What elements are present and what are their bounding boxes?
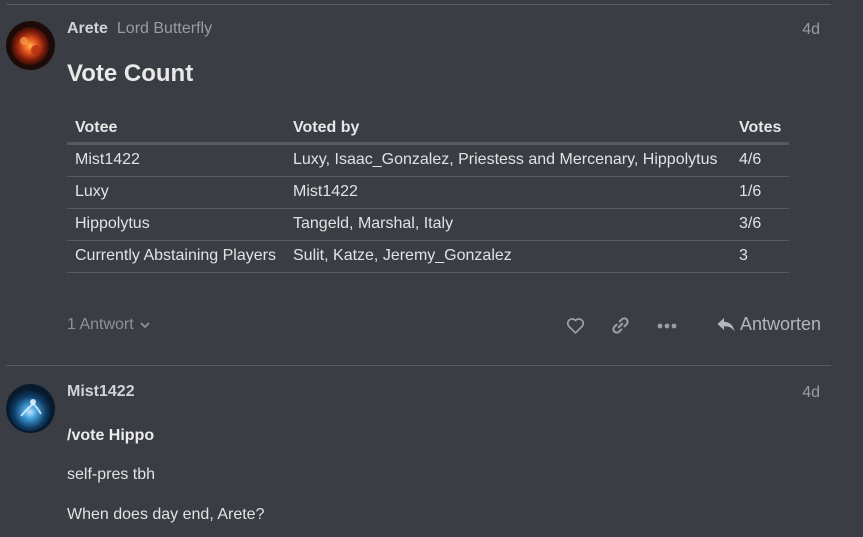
vote-count-table: Votee Voted by Votes Mist1422 Luxy, Isaa…	[67, 113, 790, 273]
votes-cell: 3/6	[731, 208, 790, 241]
votee-cell: Luxy	[67, 176, 285, 209]
votee-cell: Hippolytus	[67, 208, 285, 241]
votee-cell: Currently Abstaining Players	[67, 240, 285, 273]
table-header-row: Votee Voted by Votes	[67, 113, 790, 145]
reply-label: Antworten	[739, 314, 821, 334]
replies-label: 1 Antwort	[67, 316, 134, 333]
column-header-votes: Votes	[731, 113, 790, 145]
table-row: Hippolytus Tangeld, Marshal, Italy 3/6	[67, 208, 790, 241]
voted-by-cell: Luxy, Isaac_Gonzalez, Priestess and Merc…	[285, 143, 731, 177]
post-header: Mist1422	[67, 383, 135, 403]
column-header-votee: Votee	[67, 113, 285, 145]
heart-icon[interactable]	[565, 315, 586, 336]
table-row: Mist1422 Luxy, Isaac_Gonzalez, Priestess…	[67, 143, 790, 177]
top-divider	[6, 4, 831, 5]
post-header: Arete Lord Butterfly	[67, 20, 212, 40]
username[interactable]: Mist1422	[67, 383, 135, 401]
post-paragraph: When does day end, Arete?	[67, 506, 265, 523]
chevron-down-icon	[140, 322, 150, 329]
voted-by-cell: Tangeld, Marshal, Italy	[285, 208, 731, 241]
post-actions: 1 Antwort Antworten	[67, 314, 821, 338]
post-paragraph: self-pres tbh	[67, 466, 156, 483]
username[interactable]: Arete	[67, 20, 108, 38]
vote-command: /vote Hippo	[67, 427, 155, 444]
post-divider	[6, 365, 831, 366]
post-date[interactable]: 4d	[802, 384, 820, 402]
post-title: Vote Count	[67, 60, 194, 87]
post-date[interactable]: 4d	[802, 21, 820, 39]
reply-button[interactable]: Antworten	[716, 314, 821, 335]
avatar[interactable]	[6, 21, 55, 70]
more-options-icon[interactable]	[656, 317, 678, 335]
votes-cell: 3	[731, 240, 790, 273]
votes-cell: 1/6	[731, 176, 790, 209]
show-replies-button[interactable]: 1 Antwort	[67, 316, 151, 334]
votee-cell: Mist1422	[67, 143, 285, 177]
voted-by-cell: Sulit, Katze, Jeremy_Gonzalez	[285, 240, 731, 273]
table-row: Luxy Mist1422 1/6	[67, 176, 790, 209]
full-name: Lord Butterfly	[116, 20, 213, 37]
link-icon[interactable]	[610, 315, 631, 336]
avatar[interactable]	[6, 384, 55, 433]
column-header-voted-by: Voted by	[285, 113, 731, 145]
table-row: Currently Abstaining Players Sulit, Katz…	[67, 240, 790, 273]
voted-by-cell: Mist1422	[285, 176, 731, 209]
votes-cell: 4/6	[731, 143, 790, 177]
reply-icon	[717, 317, 735, 331]
